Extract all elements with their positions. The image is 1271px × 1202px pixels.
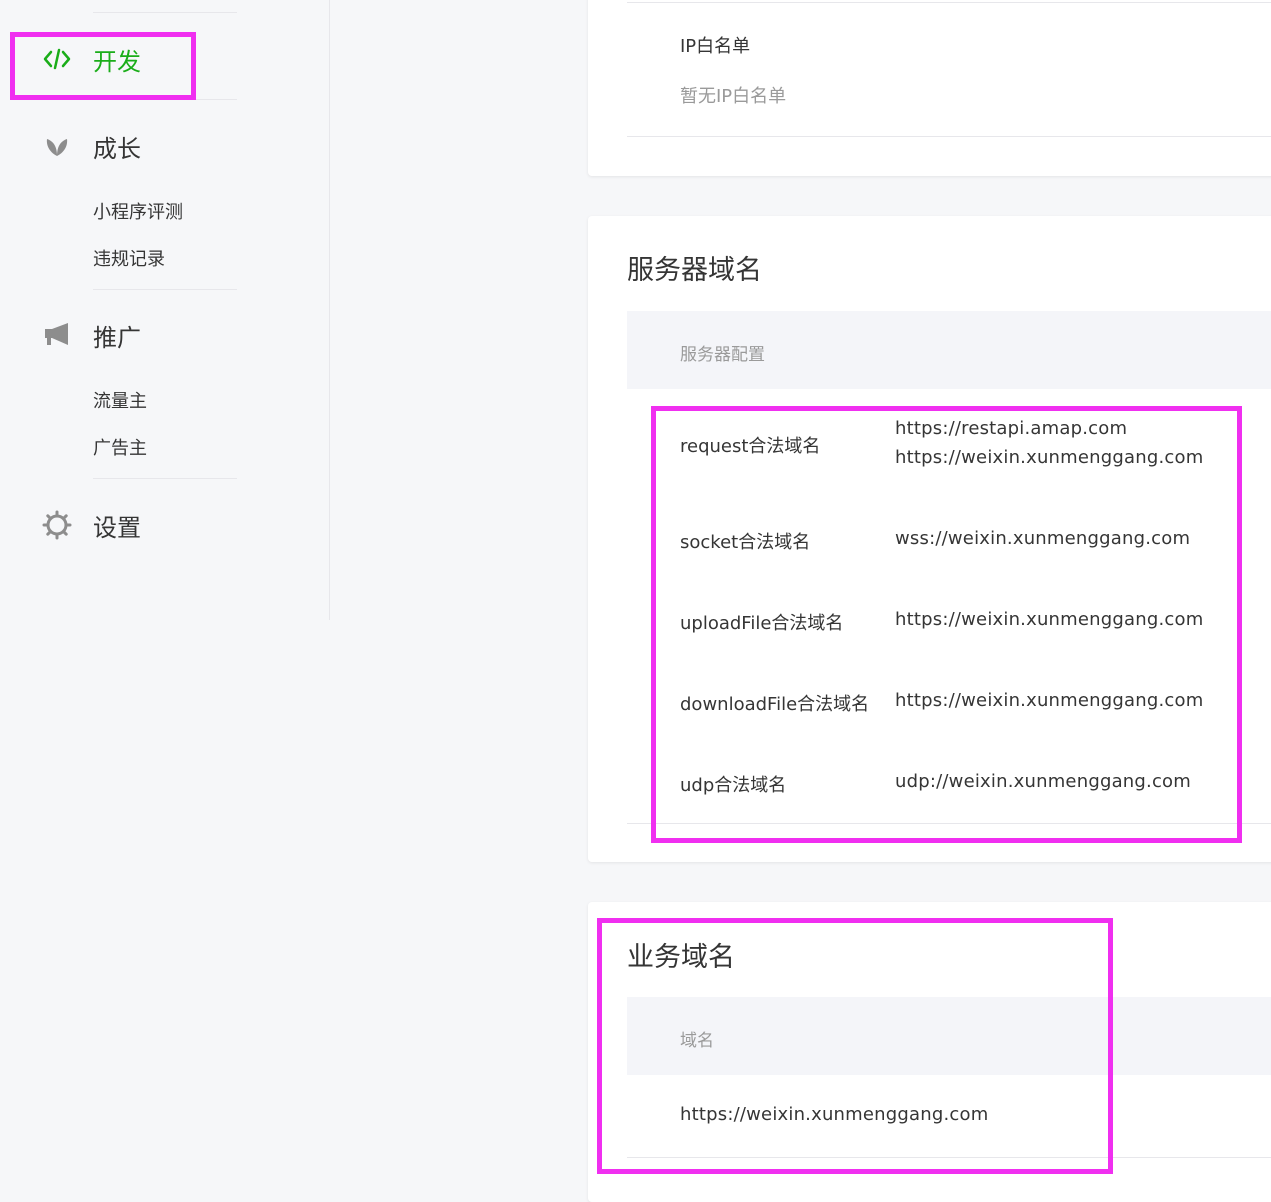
sidebar-group-label: 成长 <box>93 134 141 163</box>
sidebar-item-advertiser[interactable]: 广告主 <box>93 434 147 460</box>
sidebar-item-label: 开发 <box>93 47 141 76</box>
ip-whitelist-value: 暂无IP白名单 <box>680 86 787 107</box>
sidebar-item-label: 设置 <box>93 513 141 542</box>
sprout-icon <box>42 131 72 161</box>
ip-whitelist-label: IP白名单 <box>680 36 751 57</box>
server-domain-title: 服务器域名 <box>627 255 762 286</box>
business-domain-value: https://weixin.xunmenggang.com <box>680 1104 989 1125</box>
sidebar-divider <box>93 478 237 479</box>
gear-icon <box>42 510 72 540</box>
sidebar-item-traffic-owner[interactable]: 流量主 <box>93 387 147 413</box>
upload-domain-value: https://weixin.xunmenggang.com <box>895 609 1204 630</box>
request-domain-value: https://restapi.amap.com <box>895 418 1128 439</box>
sidebar-item-review[interactable]: 小程序评测 <box>93 198 183 224</box>
download-domain-label: downloadFile合法域名 <box>680 694 870 715</box>
row-divider <box>627 136 1271 137</box>
upload-domain-label: uploadFile合法域名 <box>680 613 844 634</box>
sidebar-group-promotion[interactable]: 推广 <box>0 315 330 355</box>
sidebar-item-dev[interactable]: 开发 <box>0 39 330 79</box>
download-domain-value: https://weixin.xunmenggang.com <box>895 690 1204 711</box>
code-icon <box>42 44 72 74</box>
row-divider <box>627 2 1271 3</box>
udp-domain-label: udp合法域名 <box>680 775 787 796</box>
row-divider <box>627 823 1271 824</box>
business-domain-header-label: 域名 <box>680 1031 714 1051</box>
sidebar-divider <box>93 99 237 100</box>
sidebar-item-violations[interactable]: 违规记录 <box>93 245 165 271</box>
sidebar-divider <box>93 12 237 13</box>
row-divider <box>627 1157 1271 1158</box>
socket-domain-value: wss://weixin.xunmenggang.com <box>895 528 1191 549</box>
business-domain-header <box>627 997 1271 1075</box>
sidebar-group-growth[interactable]: 成长 <box>0 126 330 166</box>
sidebar-item-settings[interactable]: 设置 <box>0 505 330 545</box>
udp-domain-value: udp://weixin.xunmenggang.com <box>895 771 1191 792</box>
business-domain-title: 业务域名 <box>627 942 735 973</box>
server-config-header-label: 服务器配置 <box>680 345 765 365</box>
request-domain-label: request合法域名 <box>680 436 821 457</box>
request-domain-value: https://weixin.xunmenggang.com <box>895 447 1204 468</box>
socket-domain-label: socket合法域名 <box>680 532 811 553</box>
sidebar: 开发 成长 小程序评测 违规记录 推广 流量主 广告主 设置 <box>0 0 330 620</box>
sidebar-divider <box>93 289 237 290</box>
megaphone-icon <box>42 320 72 350</box>
sidebar-group-label: 推广 <box>93 323 141 352</box>
